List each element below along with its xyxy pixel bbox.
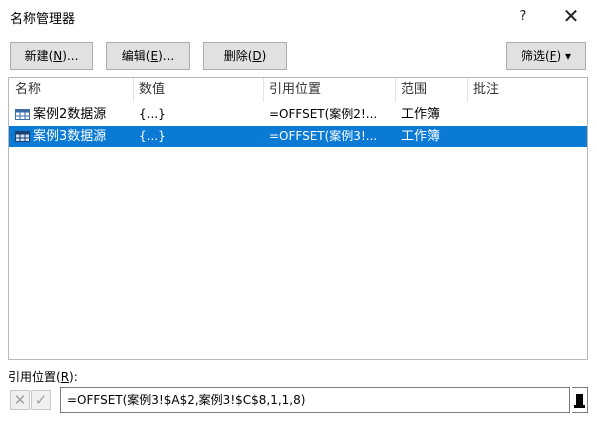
row-value: {...} [139, 129, 166, 143]
row-comment [474, 104, 584, 125]
edit-button[interactable]: 编辑(E)... [106, 42, 190, 70]
row-refers-to: =OFFSET(案例2!... [269, 107, 378, 121]
filter-button-label: 筛选( [520, 49, 550, 63]
table-icon [15, 109, 30, 120]
table-row[interactable]: 案例2数据源 {...} =OFFSET(案例2!... 工作簿 [9, 104, 587, 125]
delete-button[interactable]: 删除(D) [203, 42, 287, 70]
title-bar: 名称管理器 ? ✕ [0, 0, 597, 34]
new-button-accesskey: N [53, 49, 63, 63]
column-header-scope[interactable]: 范围 [395, 78, 427, 102]
row-name-cell: 案例2数据源 [15, 104, 137, 125]
refers-to-label-suffix: ): [69, 370, 78, 384]
row-scope: 工作簿 [401, 107, 441, 122]
help-button[interactable]: ? [512, 6, 534, 28]
collapse-icon-base [574, 405, 585, 408]
collapse-dialog-button[interactable] [572, 387, 588, 413]
row-name: 案例3数据源 [33, 129, 107, 144]
filter-button-suffix: ) ▾ [556, 49, 572, 63]
filter-button[interactable]: 筛选(F) ▾ [506, 42, 586, 70]
list-header: 名称 数值 引用位置 范围 批注 [9, 78, 587, 102]
column-header-value[interactable]: 数值 [133, 78, 165, 102]
refers-to-accesskey: R [60, 370, 70, 384]
table-row-selected[interactable]: 案例3数据源 {...} =OFFSET(案例3!... 工作簿 [9, 126, 587, 147]
new-button-suffix: )... [62, 49, 79, 63]
delete-button-suffix: ) [261, 49, 267, 63]
refers-to-input[interactable]: =OFFSET(案例3!$A$2,案例3!$C$8,1,1,8) [60, 387, 570, 413]
filter-button-accesskey: F [549, 49, 557, 63]
row-scope: 工作簿 [401, 129, 441, 144]
row-name: 案例2数据源 [33, 107, 107, 122]
edit-button-accesskey: E [150, 49, 159, 63]
edit-button-label: 编辑( [121, 49, 151, 63]
cancel-edit-icon[interactable]: ✕ [10, 390, 30, 410]
close-button[interactable]: ✕ [560, 6, 582, 28]
new-button-label: 新建( [24, 49, 54, 63]
edit-button-suffix: )... [158, 49, 175, 63]
confirm-edit-icon[interactable]: ✓ [31, 390, 51, 410]
column-header-refers-to[interactable]: 引用位置 [263, 78, 321, 102]
row-name-cell: 案例3数据源 [15, 126, 137, 147]
refers-to-bar: ✕ ✓ =OFFSET(案例3!$A$2,案例3!$C$8,1,1,8) [8, 387, 588, 413]
refers-to-label: 引用位置(R): [8, 368, 78, 385]
new-button[interactable]: 新建(N)... [10, 42, 93, 70]
column-header-name[interactable]: 名称 [9, 78, 41, 102]
table-icon [15, 131, 30, 142]
refers-to-label-text: 引用位置( [8, 370, 61, 384]
delete-button-label: 删除( [223, 49, 253, 63]
row-value: {...} [139, 107, 166, 121]
row-refers-to: =OFFSET(案例3!... [269, 129, 378, 143]
delete-button-accesskey: D [252, 49, 262, 63]
row-comment [474, 126, 584, 147]
column-header-comment[interactable]: 批注 [467, 78, 499, 102]
window-title: 名称管理器 [10, 12, 76, 27]
names-list[interactable]: 名称 数值 引用位置 范围 批注 案例2数据源 {...} =OFFSET(案例… [8, 77, 588, 360]
